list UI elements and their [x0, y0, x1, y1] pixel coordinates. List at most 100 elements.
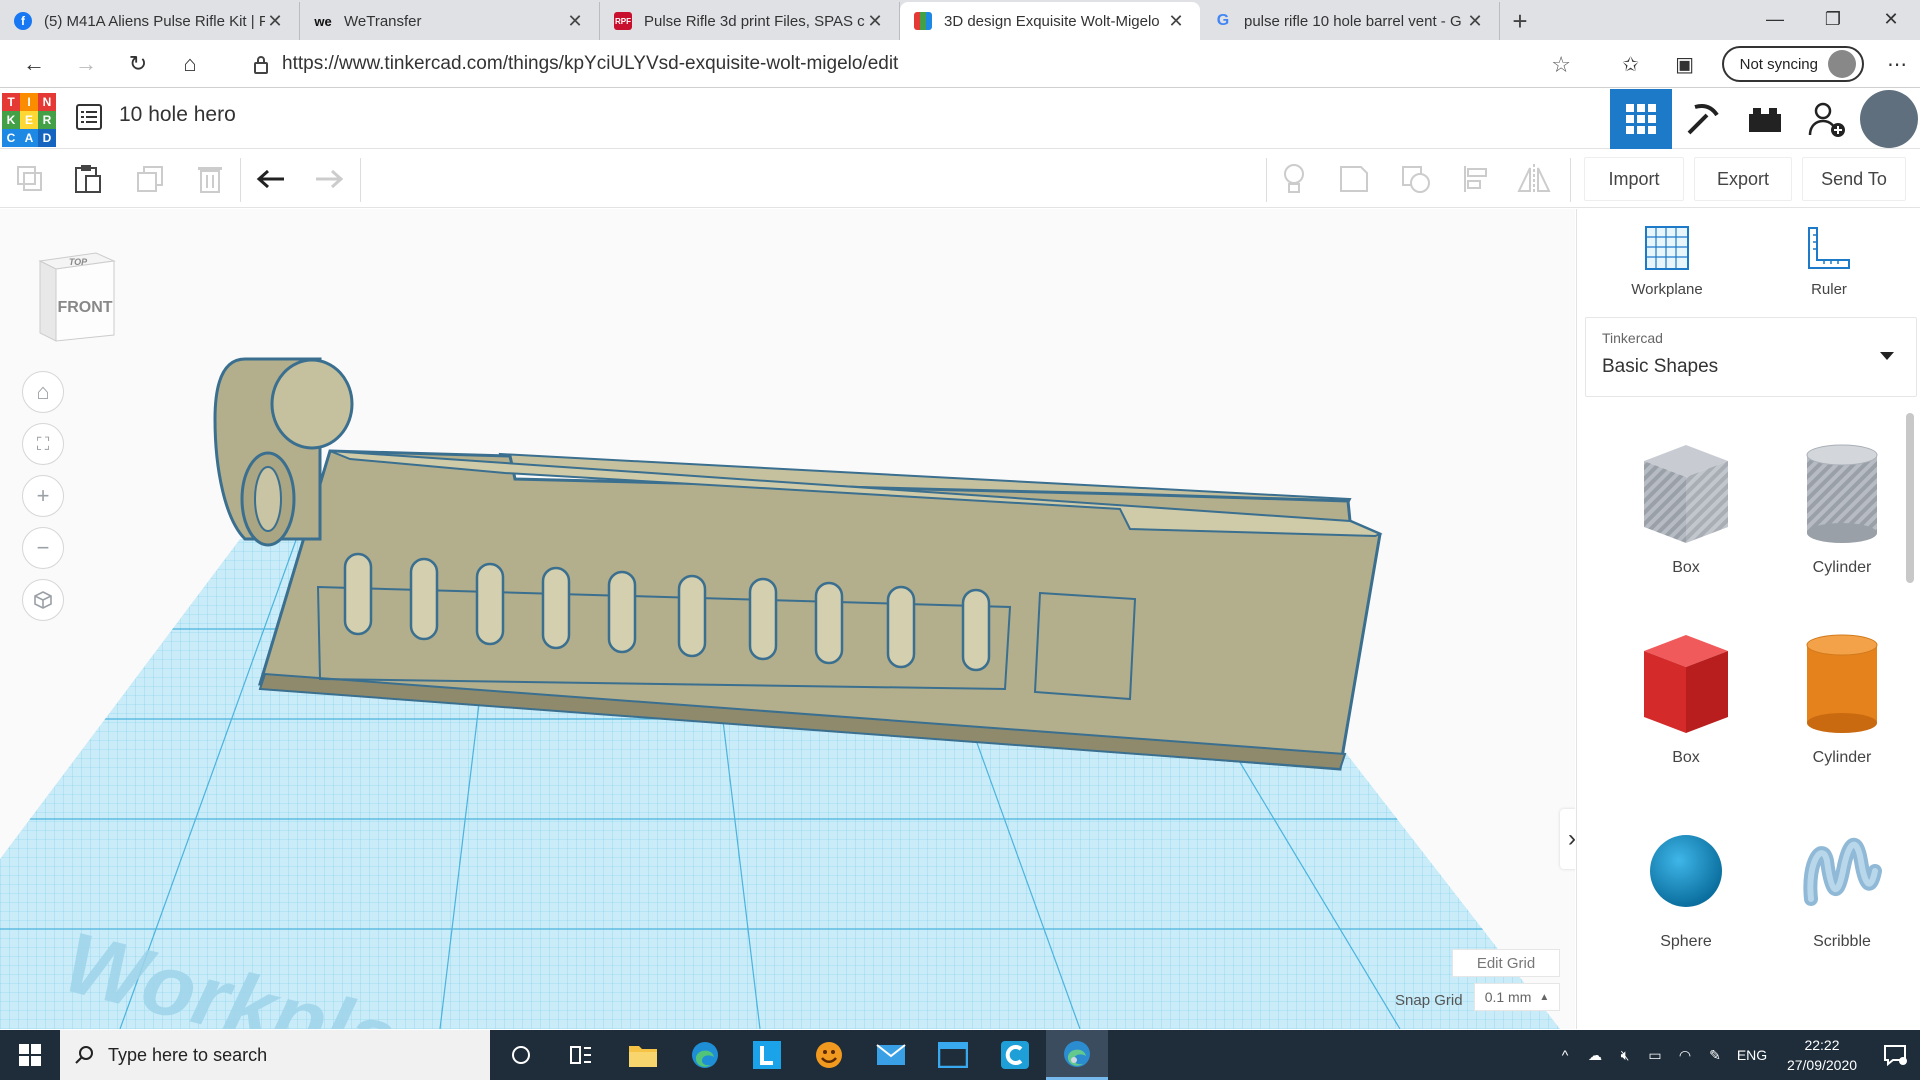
notes-button[interactable] [1272, 158, 1316, 200]
mirror-button[interactable] [1512, 158, 1556, 200]
ortho-view-button[interactable] [22, 579, 64, 621]
more-menu-icon[interactable]: ⋯ [1874, 44, 1920, 84]
close-tab-icon[interactable]: ✕ [1166, 11, 1186, 32]
browser-tab-pulse-rifle-files[interactable]: RPF Pulse Rifle 3d print Files, SPAS ca … [600, 2, 900, 40]
close-tab-icon[interactable]: ✕ [1465, 11, 1485, 32]
view-cube[interactable]: TOP FRONT [34, 247, 118, 343]
fit-view-button[interactable]: ⛶ [22, 423, 64, 465]
url-text: https://www.tinkercad.com/things/kpYciUL… [282, 53, 899, 74]
shape-box-striped[interactable]: Box [1611, 439, 1761, 629]
minimize-icon[interactable]: — [1746, 0, 1804, 38]
ruler-button[interactable]: Ruler [1769, 225, 1889, 315]
snap-grid-label: Snap Grid [1395, 992, 1463, 1009]
close-tab-icon[interactable]: ✕ [565, 11, 585, 32]
edit-grid-button[interactable]: Edit Grid [1452, 949, 1560, 977]
browser-tab-google[interactable]: G pulse rifle 10 hole barrel vent - G ✕ [1200, 2, 1500, 40]
close-window-icon[interactable]: ✕ [1862, 0, 1920, 38]
workplane-button[interactable]: Workplane [1607, 225, 1727, 315]
cortana-button[interactable] [490, 1030, 552, 1080]
toolbar-divider [360, 158, 361, 202]
google-icon: G [1216, 12, 1230, 29]
shape-library-dropdown[interactable]: Tinkercad Basic Shapes [1585, 317, 1917, 397]
url-field[interactable]: https://www.tinkercad.com/things/kpYciUL… [240, 46, 1585, 82]
back-icon[interactable]: ← [8, 44, 60, 84]
zoom-out-button[interactable]: − [22, 527, 64, 569]
duplicate-button[interactable] [128, 158, 172, 200]
system-clock[interactable]: 22:22 27/09/2020 [1774, 1035, 1870, 1075]
favorites-icon[interactable]: ✩ [1604, 44, 1658, 84]
show-hidden-icons[interactable]: ^ [1550, 1030, 1580, 1080]
collapse-panel-button[interactable]: › [1560, 809, 1575, 869]
blocks-view-button[interactable] [1672, 89, 1734, 149]
forward-icon[interactable]: → [60, 44, 112, 84]
maximize-icon[interactable]: ❐ [1804, 0, 1862, 38]
add-user-button[interactable] [1796, 89, 1858, 149]
mixer-app-button[interactable] [798, 1030, 860, 1080]
close-tab-icon[interactable]: ✕ [265, 11, 285, 32]
c-app-button[interactable] [984, 1030, 1046, 1080]
sync-button[interactable]: Not syncing [1721, 46, 1864, 82]
zoom-in-button[interactable]: + [22, 475, 64, 517]
ungroup-button[interactable] [1394, 158, 1438, 200]
onedrive-icon[interactable]: ☁ [1580, 1030, 1610, 1080]
snap-grid-select[interactable]: 0.1 mm ▲ [1474, 983, 1560, 1011]
edge-dev-button[interactable] [1046, 1030, 1108, 1080]
redo-button[interactable] [306, 158, 350, 200]
facebook-icon: f [14, 12, 32, 30]
sphere-blue-icon [1650, 835, 1722, 907]
reload-icon[interactable]: ↻ [112, 44, 164, 84]
taskbar-search-box[interactable]: Type here to search [60, 1030, 490, 1080]
design-name[interactable]: 10 hole hero [119, 103, 236, 127]
collections-icon[interactable]: ▣ [1658, 44, 1712, 84]
tinkercad-logo[interactable]: T I N K E R C A D [2, 93, 56, 147]
scene-render[interactable]: Workplane [0, 209, 1575, 1029]
toolbar-divider [1266, 158, 1267, 202]
task-view-button[interactable] [550, 1030, 612, 1080]
pen-icon[interactable]: ✎ [1700, 1030, 1730, 1080]
align-button[interactable] [1454, 158, 1498, 200]
notification-center-button[interactable] [1870, 1043, 1920, 1067]
volume-muted-icon[interactable]: 🔇︎ [1610, 1030, 1640, 1080]
browser-tab-wetransfer[interactable]: we WeTransfer ✕ [300, 2, 600, 40]
l-app-button[interactable] [736, 1030, 798, 1080]
shape-box-red[interactable]: Box [1611, 629, 1761, 819]
close-tab-icon[interactable]: ✕ [865, 11, 885, 32]
panel-scrollbar[interactable] [1906, 413, 1914, 583]
bricks-view-button[interactable] [1734, 89, 1796, 149]
user-avatar[interactable] [1860, 90, 1918, 148]
store-app-button[interactable] [922, 1030, 984, 1080]
logo-letter: R [38, 111, 56, 129]
edge-button[interactable] [674, 1030, 736, 1080]
mail-button[interactable] [860, 1030, 922, 1080]
shape-cylinder-orange[interactable]: Cylinder [1767, 629, 1917, 819]
workplane-viewport[interactable]: Workplane TOP FRONT ⌂ ⛶ + − Edit Grid Sn… [0, 209, 1575, 1029]
wifi-icon[interactable]: ◠ [1670, 1030, 1700, 1080]
design-list-icon[interactable] [76, 104, 102, 130]
delete-button[interactable] [188, 158, 232, 200]
send-to-button[interactable]: Send To [1802, 157, 1906, 201]
paste-button[interactable] [66, 158, 110, 200]
undo-button[interactable] [250, 158, 294, 200]
language-indicator[interactable]: ENG [1730, 1030, 1774, 1080]
cylinder-orange-icon [1806, 634, 1878, 733]
mirror-icon [1517, 164, 1551, 194]
shape-cylinder-striped[interactable]: Cylinder [1767, 439, 1917, 629]
browser-tab-facebook[interactable]: f (5) M41A Aliens Pulse Rifle Kit | F ✕ [0, 2, 300, 40]
battery-icon[interactable]: ▭ [1640, 1030, 1670, 1080]
home-icon[interactable]: ⌂ [164, 44, 216, 84]
copy-button[interactable] [8, 158, 52, 200]
favorite-star-icon[interactable]: ☆ [1551, 52, 1571, 78]
import-button[interactable]: Import [1584, 157, 1684, 201]
shape-scribble[interactable]: Scribble [1767, 821, 1917, 1011]
undo-icon [256, 169, 284, 189]
start-button[interactable] [0, 1030, 60, 1080]
group-button[interactable] [1332, 158, 1376, 200]
file-explorer-button[interactable] [612, 1030, 674, 1080]
new-tab-button[interactable]: + [1500, 2, 1540, 40]
home-view-button[interactable]: ⌂ [22, 371, 64, 413]
browser-tab-tinkercad[interactable]: 3D design Exquisite Wolt-Migelo ✕ [900, 2, 1200, 40]
export-button[interactable]: Export [1694, 157, 1792, 201]
3d-design-view-button[interactable] [1610, 89, 1672, 149]
shape-sphere[interactable]: Sphere [1611, 821, 1761, 1011]
shape-label: Box [1672, 749, 1700, 766]
